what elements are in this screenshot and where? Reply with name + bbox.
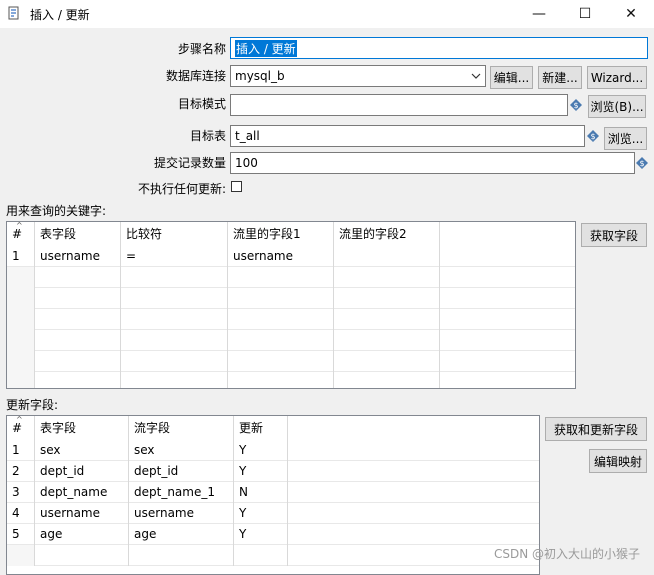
svg-text:$: $ bbox=[573, 101, 578, 110]
table-cell[interactable]: Y bbox=[234, 461, 288, 482]
table-cell[interactable]: username bbox=[129, 503, 234, 524]
app-icon bbox=[8, 6, 19, 20]
empty-row bbox=[7, 330, 575, 351]
row-number: 3 bbox=[7, 482, 35, 503]
update-col-update[interactable]: 更新 bbox=[234, 416, 288, 440]
keys-col-num: # bbox=[7, 222, 35, 246]
minimize-button[interactable]: — bbox=[516, 0, 562, 28]
schema-label: 目标模式 bbox=[177, 97, 226, 111]
empty-row bbox=[7, 288, 575, 309]
close-button[interactable]: ✕ bbox=[608, 0, 654, 28]
table-cell[interactable]: username bbox=[35, 246, 121, 267]
edit-connection-button[interactable]: 编辑... bbox=[490, 66, 533, 89]
chevron-down-icon bbox=[471, 73, 481, 79]
target-table-input[interactable]: t_all bbox=[230, 125, 585, 147]
minimize-icon: — bbox=[532, 6, 546, 22]
table-row[interactable]: 1 username = username bbox=[7, 246, 575, 267]
table-row[interactable]: 4 username username Y bbox=[7, 503, 539, 524]
empty-row bbox=[7, 309, 575, 330]
table-cell[interactable]: Y bbox=[234, 503, 288, 524]
row-number: 5 bbox=[7, 524, 35, 545]
no-update-label: 不执行任何更新: bbox=[137, 182, 226, 196]
row-number: 2 bbox=[7, 461, 35, 482]
connection-value: mysql_b bbox=[235, 69, 285, 83]
table-cell[interactable]: sex bbox=[129, 440, 234, 461]
table-cell[interactable]: username bbox=[228, 246, 334, 267]
step-name-input[interactable]: 插入 / 更新 bbox=[230, 37, 648, 59]
update-col-num: # bbox=[7, 416, 35, 440]
table-cell[interactable] bbox=[334, 246, 440, 267]
table-row[interactable]: 2 dept_id dept_id Y bbox=[7, 461, 539, 482]
maximize-button[interactable]: ☐ bbox=[562, 0, 608, 28]
row-number: 4 bbox=[7, 503, 35, 524]
no-update-checkbox[interactable] bbox=[231, 181, 242, 192]
empty-row bbox=[7, 351, 575, 372]
table-cell[interactable]: Y bbox=[234, 440, 288, 461]
update-col-stream-field[interactable]: 流字段 bbox=[129, 416, 234, 440]
table-cell[interactable]: = bbox=[121, 246, 228, 267]
target-table-value: t_all bbox=[235, 129, 260, 143]
table-cell[interactable]: age bbox=[129, 524, 234, 545]
row-number: 1 bbox=[7, 246, 35, 267]
get-fields-button[interactable]: 获取字段 bbox=[581, 223, 647, 247]
new-connection-button[interactable]: 新建... bbox=[538, 66, 582, 89]
target-table-label: 目标表 bbox=[189, 129, 226, 143]
close-icon: ✕ bbox=[625, 6, 637, 22]
table-cell[interactable]: dept_name_1 bbox=[129, 482, 234, 503]
variable-icon: $ bbox=[587, 130, 599, 142]
keys-col-stream-field2[interactable]: 流里的字段2 bbox=[334, 222, 440, 246]
schema-input[interactable] bbox=[230, 94, 568, 116]
get-update-fields-button[interactable]: 获取和更新字段 bbox=[545, 417, 647, 441]
table-cell[interactable]: age bbox=[35, 524, 129, 545]
table-cell[interactable]: dept_name bbox=[35, 482, 129, 503]
empty-row bbox=[7, 267, 575, 288]
update-table[interactable]: ^ # 表字段 流字段 更新 1 sex sex Y 2 dept_id dep… bbox=[6, 415, 540, 575]
commit-size-label: 提交记录数量 bbox=[153, 156, 226, 170]
update-section-label: 更新字段: bbox=[6, 398, 59, 412]
table-cell[interactable]: Y bbox=[234, 524, 288, 545]
table-cell[interactable]: sex bbox=[35, 440, 129, 461]
keys-col-comparator[interactable]: 比较符 bbox=[121, 222, 228, 246]
table-row[interactable]: 3 dept_name dept_name_1 N bbox=[7, 482, 539, 503]
keys-col-table-field[interactable]: 表字段 bbox=[35, 222, 121, 246]
variable-icon: $ bbox=[636, 157, 648, 169]
wizard-button[interactable]: Wizard... bbox=[587, 66, 647, 89]
connection-select[interactable]: mysql_b bbox=[230, 65, 486, 87]
watermark: CSDN @初入大山的小猴子 bbox=[493, 547, 640, 561]
empty-row bbox=[7, 372, 575, 388]
browse-table-button[interactable]: 浏览... bbox=[604, 127, 647, 150]
step-name-value: 插入 / 更新 bbox=[235, 39, 297, 57]
table-row[interactable]: 1 sex sex Y bbox=[7, 440, 539, 461]
update-col-table-field[interactable]: 表字段 bbox=[35, 416, 129, 440]
table-cell[interactable]: dept_id bbox=[129, 461, 234, 482]
empty-row bbox=[7, 545, 539, 566]
keys-section-label: 用来查询的关键字: bbox=[6, 204, 107, 218]
step-name-label: 步骤名称 bbox=[177, 42, 226, 56]
keys-col-stream-field1[interactable]: 流里的字段1 bbox=[228, 222, 334, 246]
commit-size-value: 100 bbox=[235, 156, 258, 170]
window-title: 插入 / 更新 bbox=[30, 8, 90, 22]
svg-text:$: $ bbox=[639, 159, 644, 168]
browse-schema-button[interactable]: 浏览(B)... bbox=[588, 95, 646, 118]
keys-table[interactable]: ^ # 表字段 比较符 流里的字段1 流里的字段2 1 username = u… bbox=[6, 221, 576, 389]
svg-text:$: $ bbox=[590, 132, 595, 141]
row-number: 1 bbox=[7, 440, 35, 461]
table-cell[interactable]: N bbox=[234, 482, 288, 503]
variable-icon: $ bbox=[570, 99, 582, 111]
table-cell[interactable]: dept_id bbox=[35, 461, 129, 482]
connection-label: 数据库连接 bbox=[165, 69, 226, 83]
table-cell[interactable]: username bbox=[35, 503, 129, 524]
table-row[interactable]: 5 age age Y bbox=[7, 524, 539, 545]
maximize-icon: ☐ bbox=[578, 6, 592, 22]
commit-size-input[interactable]: 100 bbox=[230, 152, 635, 174]
edit-mapping-button[interactable]: 编辑映射 bbox=[589, 449, 647, 473]
